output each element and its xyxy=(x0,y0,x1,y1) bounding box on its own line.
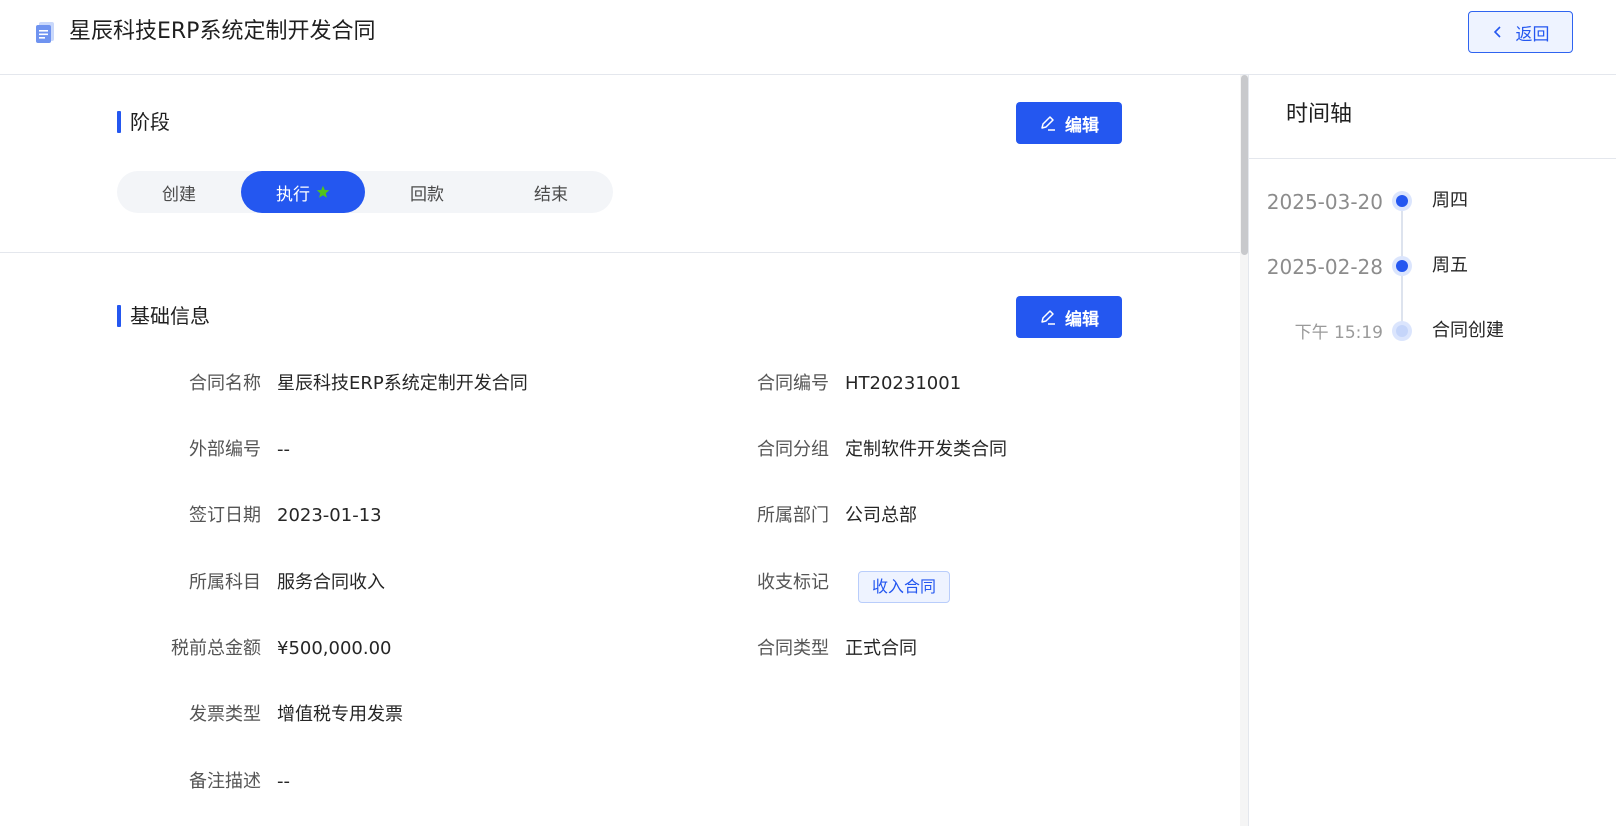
timeline-entry-text: 合同创建 xyxy=(1432,320,1504,341)
stage-label: 回款 xyxy=(410,184,444,205)
timeline-entry-text: 周五 xyxy=(1432,255,1468,276)
timeline-dot xyxy=(1392,321,1412,341)
stage-progress-bar: 创建 执行 回款 结束 xyxy=(117,171,613,213)
star-icon xyxy=(316,185,330,198)
pretax-amount-value: ¥500,000.00 xyxy=(277,638,392,659)
back-button[interactable]: 返回 xyxy=(1468,11,1573,53)
timeline-date: 2025-02-28 xyxy=(1266,255,1383,279)
contract-type-label: 合同类型 xyxy=(757,638,829,659)
invoice-type-label: 发票类型 xyxy=(189,704,261,725)
timeline-divider xyxy=(1249,158,1616,159)
stage-edit-button[interactable]: 编辑 xyxy=(1016,102,1122,144)
stage-section-title: 阶段 xyxy=(117,109,170,135)
document-icon xyxy=(36,22,54,43)
remark-label: 备注描述 xyxy=(189,771,261,792)
timeline-entry-text: 周四 xyxy=(1432,190,1468,211)
timeline-date: 2025-03-20 xyxy=(1266,190,1383,214)
back-button-label: 返回 xyxy=(1515,24,1550,45)
timeline-title: 时间轴 xyxy=(1286,102,1353,127)
scrollbar-thumb[interactable] xyxy=(1241,75,1248,255)
contract-group-label: 合同分组 xyxy=(757,439,829,460)
page-title: 星辰科技ERP系统定制开发合同 xyxy=(69,19,376,44)
invoice-type-value: 增值税专用发票 xyxy=(277,704,403,725)
basic-info-edit-label: 编辑 xyxy=(1065,309,1099,330)
main-content: 阶段 编辑 创建 执行 回款 结束 基础信息 编辑 合同名称 星辰科技ERP系统… xyxy=(0,75,1240,826)
subject-label: 所属科目 xyxy=(189,572,261,593)
timeline-dot xyxy=(1392,191,1412,211)
stage-execute[interactable]: 执行 xyxy=(241,171,365,213)
department-label: 所属部门 xyxy=(757,505,829,526)
contract-name-label: 合同名称 xyxy=(189,373,261,394)
stage-label: 执行 xyxy=(276,184,310,205)
stage-edit-label: 编辑 xyxy=(1065,115,1099,136)
page-header: 星辰科技ERP系统定制开发合同 返回 xyxy=(0,0,1616,75)
contract-type-value: 正式合同 xyxy=(845,638,917,659)
remark-value: -- xyxy=(277,771,290,792)
stage-create[interactable]: 创建 xyxy=(117,171,241,213)
income-flag-tag: 收入合同 xyxy=(858,571,951,603)
income-flag-label: 收支标记 xyxy=(757,572,829,593)
stage-label: 创建 xyxy=(162,184,196,205)
stage-payment[interactable]: 回款 xyxy=(365,171,489,213)
panel-divider xyxy=(1248,75,1249,826)
stage-end[interactable]: 结束 xyxy=(489,171,613,213)
timeline-time: 下午 15:19 xyxy=(1294,323,1383,343)
sign-date-label: 签订日期 xyxy=(189,505,261,526)
stage-label: 结束 xyxy=(534,184,568,205)
contract-no-label: 合同编号 xyxy=(757,373,829,394)
timeline-dot xyxy=(1392,256,1412,276)
pretax-amount-label: 税前总金额 xyxy=(171,638,261,659)
chevron-left-icon xyxy=(1493,26,1501,38)
contract-no-value: HT20231001 xyxy=(845,373,962,394)
edit-icon xyxy=(1041,310,1055,325)
external-no-value: -- xyxy=(277,439,290,460)
department-value: 公司总部 xyxy=(845,505,917,526)
section-divider xyxy=(0,252,1240,253)
contract-group-value: 定制软件开发类合同 xyxy=(845,439,1007,460)
basic-info-title: 基础信息 xyxy=(117,303,210,329)
basic-info-edit-button[interactable]: 编辑 xyxy=(1016,296,1122,338)
external-no-label: 外部编号 xyxy=(189,439,261,460)
sign-date-value: 2023-01-13 xyxy=(277,505,382,526)
contract-name-value: 星辰科技ERP系统定制开发合同 xyxy=(277,373,528,394)
edit-icon xyxy=(1041,116,1055,131)
subject-value: 服务合同收入 xyxy=(277,572,385,593)
